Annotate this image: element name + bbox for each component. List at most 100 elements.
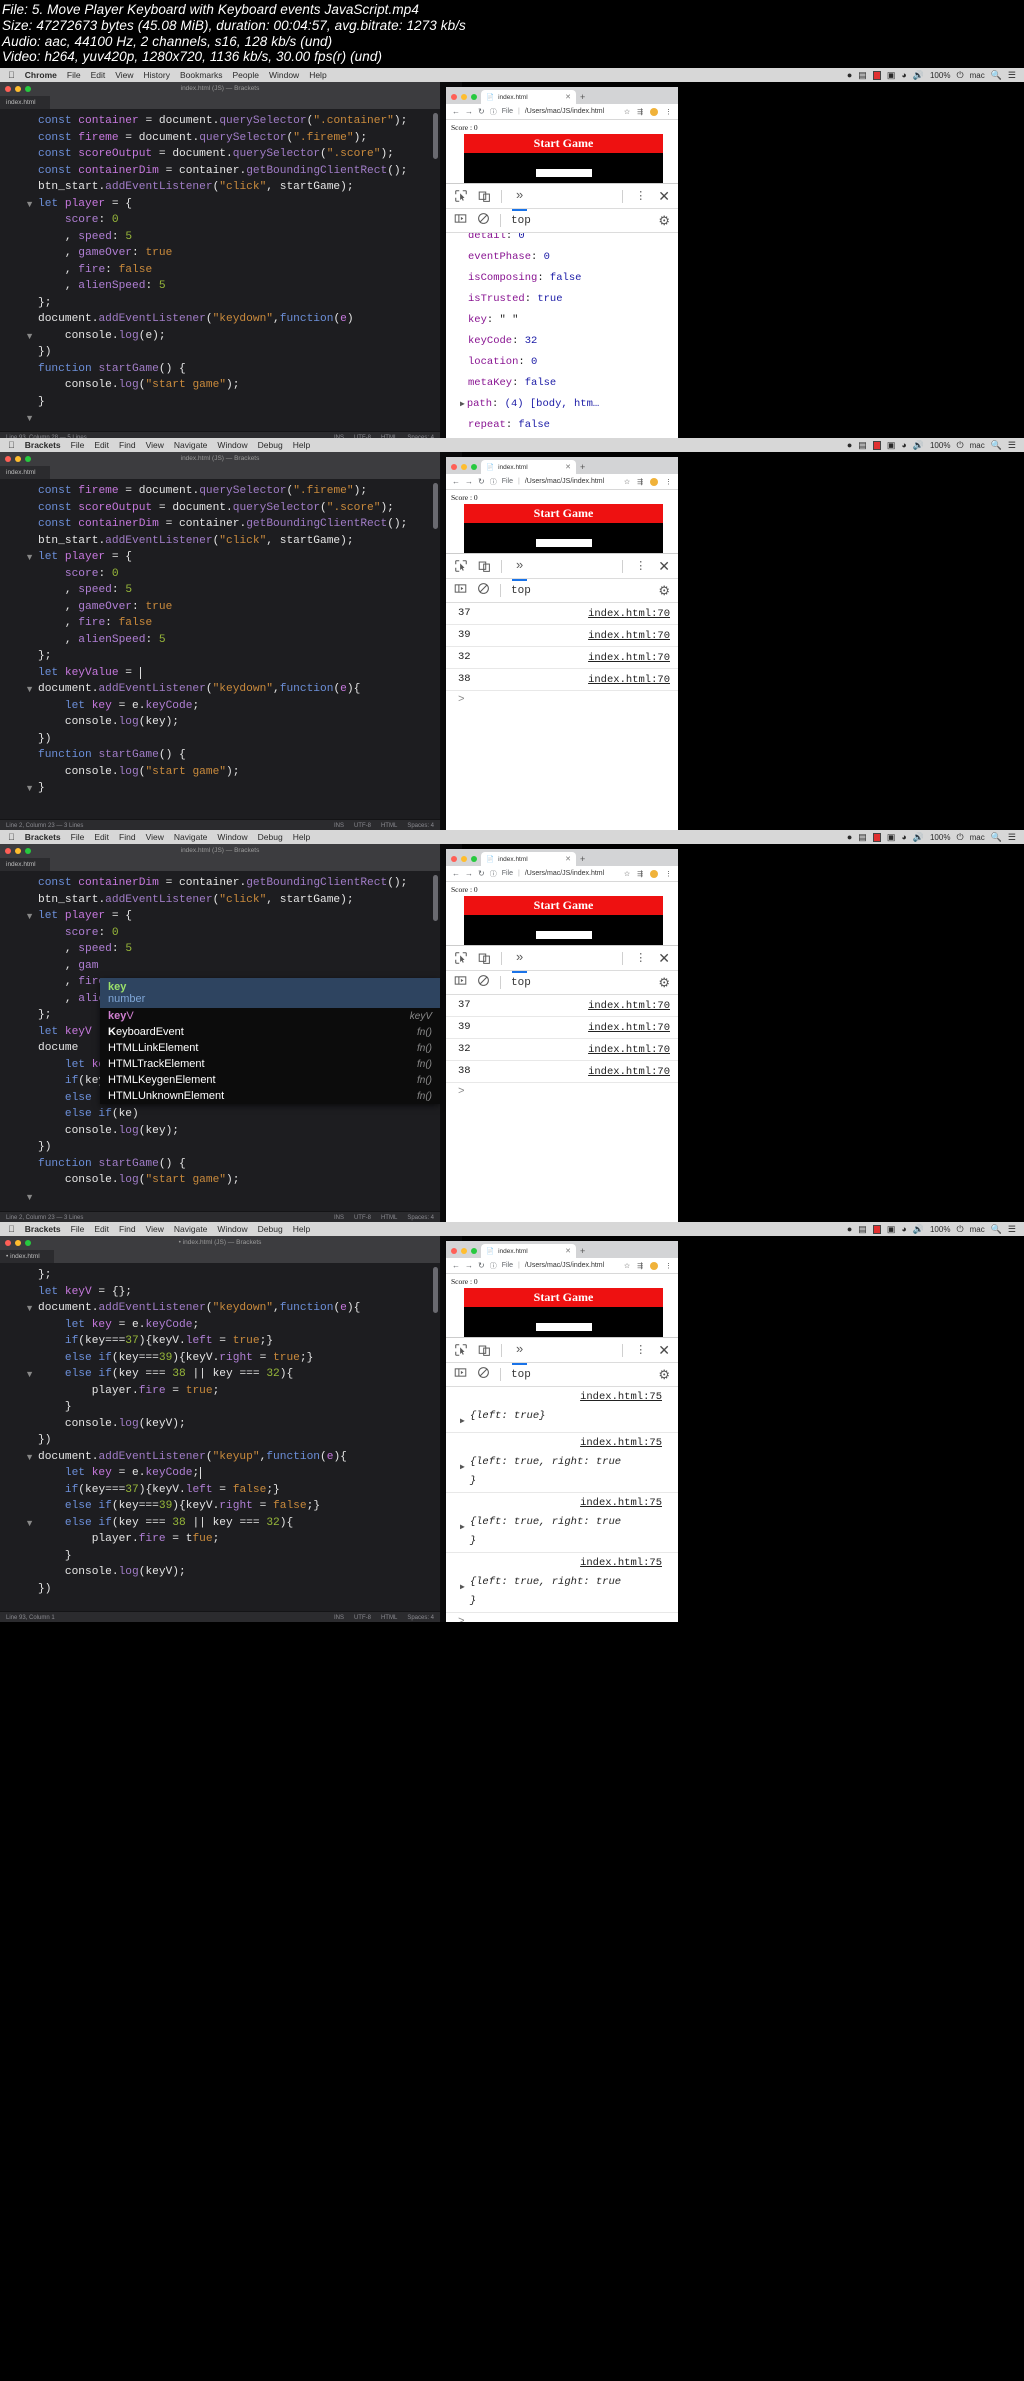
info-circle-icon[interactable]: ⓘ — [490, 869, 497, 879]
start-game-button[interactable]: Start Game — [463, 504, 664, 523]
reload-icon[interactable]: ↻ — [478, 1261, 485, 1270]
device-toolbar-icon[interactable] — [478, 560, 491, 573]
status-item[interactable]: INS — [334, 1215, 344, 1221]
code-fold-arrow[interactable]: ▼ — [0, 196, 38, 213]
hamburger-icon[interactable]: ☰ — [1008, 1224, 1016, 1235]
chevron-double-right-icon[interactable]: » — [512, 949, 528, 973]
display-icon[interactable]: ▣ — [887, 1224, 896, 1235]
console-output[interactable]: 37 index.html:70 39 index.html:70 32 index.ht… — [446, 603, 678, 830]
printer-icon[interactable]: ▤ — [858, 440, 867, 451]
console-output[interactable]: 37 index.html:70 39 index.html:70 32 index.ht… — [446, 995, 678, 1222]
extension-icon[interactable]: ⇶ — [637, 108, 643, 116]
status-item[interactable]: UTF-8 — [354, 823, 371, 829]
maximize-window-button[interactable] — [25, 1239, 31, 1246]
autocomplete-item[interactable]: keyV keyV — [100, 1008, 440, 1024]
close-icon[interactable]: ✕ — [658, 558, 670, 575]
code-fold-arrow[interactable]: ▼ — [0, 1366, 38, 1383]
kebab-menu-icon[interactable]: ⋮ — [635, 191, 646, 202]
menubar-item-find[interactable]: Find — [119, 440, 136, 450]
close-window-button[interactable] — [451, 94, 457, 100]
editor-code[interactable]: }; let keyV = {}; document.addEventListene… — [38, 1263, 440, 1611]
autocomplete-item[interactable]: HTMLTrackElement fn() — [100, 1056, 440, 1072]
star-icon[interactable]: ☆ — [624, 478, 630, 486]
autocomplete-popup[interactable]: key number keyV keyV KeyboardEvent fn() HTMLLi… — [100, 978, 440, 1104]
window-traffic-lights[interactable] — [5, 847, 31, 854]
menubar-item-help[interactable]: Help — [293, 440, 310, 450]
user-name[interactable]: mac — [970, 71, 985, 80]
menubar-item-navigate[interactable]: Navigate — [174, 832, 208, 842]
reload-icon[interactable]: ↻ — [478, 869, 485, 878]
star-icon[interactable]: ☆ — [624, 870, 630, 878]
close-window-button[interactable] — [451, 1248, 457, 1254]
maximize-window-button[interactable] — [471, 1248, 477, 1254]
console-source-link[interactable]: index.html:75 — [460, 1388, 672, 1407]
menubar-item-view[interactable]: View — [115, 70, 133, 80]
menubar-item-chrome[interactable]: Chrome — [25, 70, 57, 80]
menubar-item-window[interactable]: Window — [269, 70, 299, 80]
kebab-menu-icon[interactable]: ⋮ — [665, 870, 672, 878]
printer-icon[interactable]: ▤ — [858, 1224, 867, 1235]
close-icon[interactable]: ✕ — [565, 1247, 571, 1255]
search-icon[interactable]: 🔍 — [991, 70, 1002, 81]
status-item[interactable]: Spaces: 4 — [407, 823, 434, 829]
extension-icon[interactable]: ⇶ — [637, 870, 643, 878]
kebab-menu-icon[interactable]: ⋮ — [635, 953, 646, 964]
menubar-item-view[interactable]: View — [146, 440, 164, 450]
editor-tab-index-html[interactable]: index.html — [0, 858, 50, 871]
menubar-item-find[interactable]: Find — [119, 1224, 136, 1234]
console-sidebar-icon[interactable] — [454, 212, 467, 230]
kebab-menu-icon[interactable]: ⋮ — [665, 1262, 672, 1270]
close-icon[interactable]: ✕ — [565, 463, 571, 471]
address-bar-url[interactable]: /Users/mac/JS/index.html — [525, 478, 604, 485]
wifi-icon[interactable]: ◕ — [901, 70, 906, 80]
clear-console-icon[interactable] — [477, 974, 490, 992]
console-source-link[interactable]: index.html:70 — [588, 605, 670, 624]
wifi-icon[interactable]: ◕ — [901, 832, 906, 842]
status-item[interactable]: HTML — [381, 1215, 397, 1221]
battery-icon[interactable] — [872, 1224, 881, 1234]
battery-icon[interactable] — [872, 832, 881, 842]
editor-code[interactable]: const fireme = document.querySelector(".… — [38, 479, 440, 819]
code-fold-arrow[interactable]: ▼ — [0, 1189, 38, 1206]
star-icon[interactable]: ☆ — [624, 108, 630, 116]
menubar-item-brackets[interactable]: Brackets — [25, 832, 61, 842]
menubar-item-file[interactable]: File — [67, 70, 81, 80]
console-source-link[interactable]: index.html:70 — [588, 627, 670, 646]
window-traffic-lights[interactable] — [451, 94, 477, 100]
minimize-window-button[interactable] — [461, 1248, 467, 1254]
gear-icon[interactable]: ⚙ — [658, 583, 670, 599]
address-bar-url[interactable]: /Users/mac/JS/index.html — [525, 108, 604, 115]
kebab-menu-icon[interactable]: ⋮ — [635, 1345, 646, 1356]
menubar-item-help[interactable]: Help — [309, 70, 326, 80]
menubar-item-debug[interactable]: Debug — [258, 440, 283, 450]
menubar-item-window[interactable]: Window — [217, 440, 247, 450]
autocomplete-item[interactable]: KeyboardEvent fn() — [100, 1024, 440, 1040]
code-fold-arrow[interactable]: ▼ — [0, 908, 38, 925]
console-prompt[interactable]: > — [446, 1613, 678, 1622]
editor-tab-index-html[interactable]: index.html — [0, 96, 50, 109]
arrow-left-icon[interactable]: ← — [452, 1261, 460, 1270]
close-icon[interactable]: ✕ — [658, 188, 670, 205]
close-window-button[interactable] — [451, 856, 457, 862]
menubar-item-file[interactable]: File — [71, 440, 85, 450]
start-game-button[interactable]: Start Game — [463, 896, 664, 915]
window-traffic-lights[interactable] — [5, 455, 31, 462]
menubar-item-navigate[interactable]: Navigate — [174, 1224, 208, 1234]
editor-tab-index-html[interactable]: • index.html — [0, 1250, 54, 1263]
clear-console-icon[interactable] — [477, 212, 490, 230]
status-item[interactable]: HTML — [381, 823, 397, 829]
browser-tab[interactable]: 📄 index.html ✕ — [481, 90, 576, 104]
console-sidebar-icon[interactable] — [454, 582, 467, 600]
star-icon[interactable]: ☆ — [624, 1262, 630, 1270]
apple-logo-icon[interactable]:  — [8, 70, 15, 80]
kebab-menu-icon[interactable]: ⋮ — [665, 478, 672, 486]
reload-icon[interactable]: ↻ — [478, 107, 485, 116]
avatar-icon[interactable] — [650, 1261, 658, 1270]
arrow-left-icon[interactable]: ← — [452, 869, 460, 878]
avatar-icon[interactable] — [650, 107, 658, 116]
address-bar-url[interactable]: /Users/mac/JS/index.html — [525, 1262, 604, 1269]
close-icon[interactable]: ✕ — [658, 950, 670, 967]
plus-icon[interactable]: + — [580, 462, 585, 472]
console-source-link[interactable]: index.html:75 — [460, 1434, 672, 1453]
search-icon[interactable]: 🔍 — [991, 832, 1002, 843]
